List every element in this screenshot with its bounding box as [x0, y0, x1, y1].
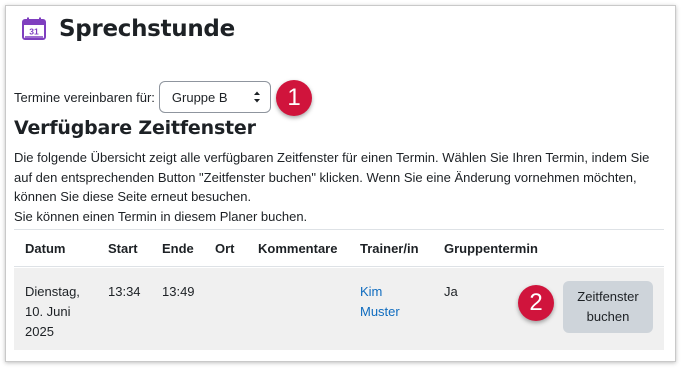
section-heading: Verfügbare Zeitfenster [14, 117, 256, 139]
trainer-last-name: Muster [360, 304, 400, 319]
trainer-first-name: Kim [360, 284, 383, 299]
description-line: Sie können einen Termin in diesem Planer… [14, 208, 308, 224]
section-description: Die folgende Übersicht zeigt alle verfüg… [14, 148, 674, 226]
column-header-kommentare: Kommentare [258, 241, 338, 256]
column-header-ende: Ende [162, 241, 194, 256]
callout-badge-1: 1 [276, 80, 312, 116]
group-select-label: Termine vereinbaren für: [14, 89, 155, 105]
group-select-value: Gruppe B [171, 89, 228, 105]
column-header-datum: Datum [25, 241, 66, 256]
cell-start: 13:34 [108, 284, 141, 299]
column-header-ort: Ort [215, 241, 235, 256]
book-button-line2: buchen [586, 309, 630, 324]
select-arrows-icon [253, 91, 260, 103]
cell-ende: 13:49 [162, 284, 195, 299]
trainer-link[interactable]: Kim Muster [360, 282, 400, 322]
page-header: 31 Sprechstunde [21, 16, 235, 42]
column-header-start: Start [108, 241, 138, 256]
cell-date: Dienstag, 10. Juni 2025 [25, 282, 80, 342]
column-header-gruppentermin: Gruppentermin [444, 241, 538, 256]
calendar-day-text: 31 [29, 27, 39, 37]
page-title: Sprechstunde [59, 16, 235, 42]
column-header-trainer: Trainer/in [360, 241, 419, 256]
group-select[interactable]: Gruppe B [158, 81, 271, 113]
group-select-row: Termine vereinbaren für: Gruppe B [14, 81, 271, 113]
date-weekday: Dienstag, [25, 284, 80, 299]
description-line: Die folgende Übersicht zeigt alle verfüg… [14, 150, 650, 165]
book-slot-button[interactable]: Zeitfenster buchen [563, 281, 653, 333]
date-year: 2025 [25, 324, 54, 339]
date-day-month: 10. Juni [25, 304, 71, 319]
callout-badge-2: 2 [518, 285, 554, 321]
cell-gruppentermin: Ja [444, 284, 458, 299]
book-button-line1: Zeitfenster [577, 289, 639, 304]
description-line: können Sie diese Seite erneut besuchen. [14, 189, 252, 204]
description-line: auf den entsprechenden Button "Zeitfenst… [14, 169, 637, 185]
table-header: Datum Start Ende Ort Kommentare Trainer/… [14, 229, 664, 267]
calendar-icon: 31 [22, 17, 46, 40]
